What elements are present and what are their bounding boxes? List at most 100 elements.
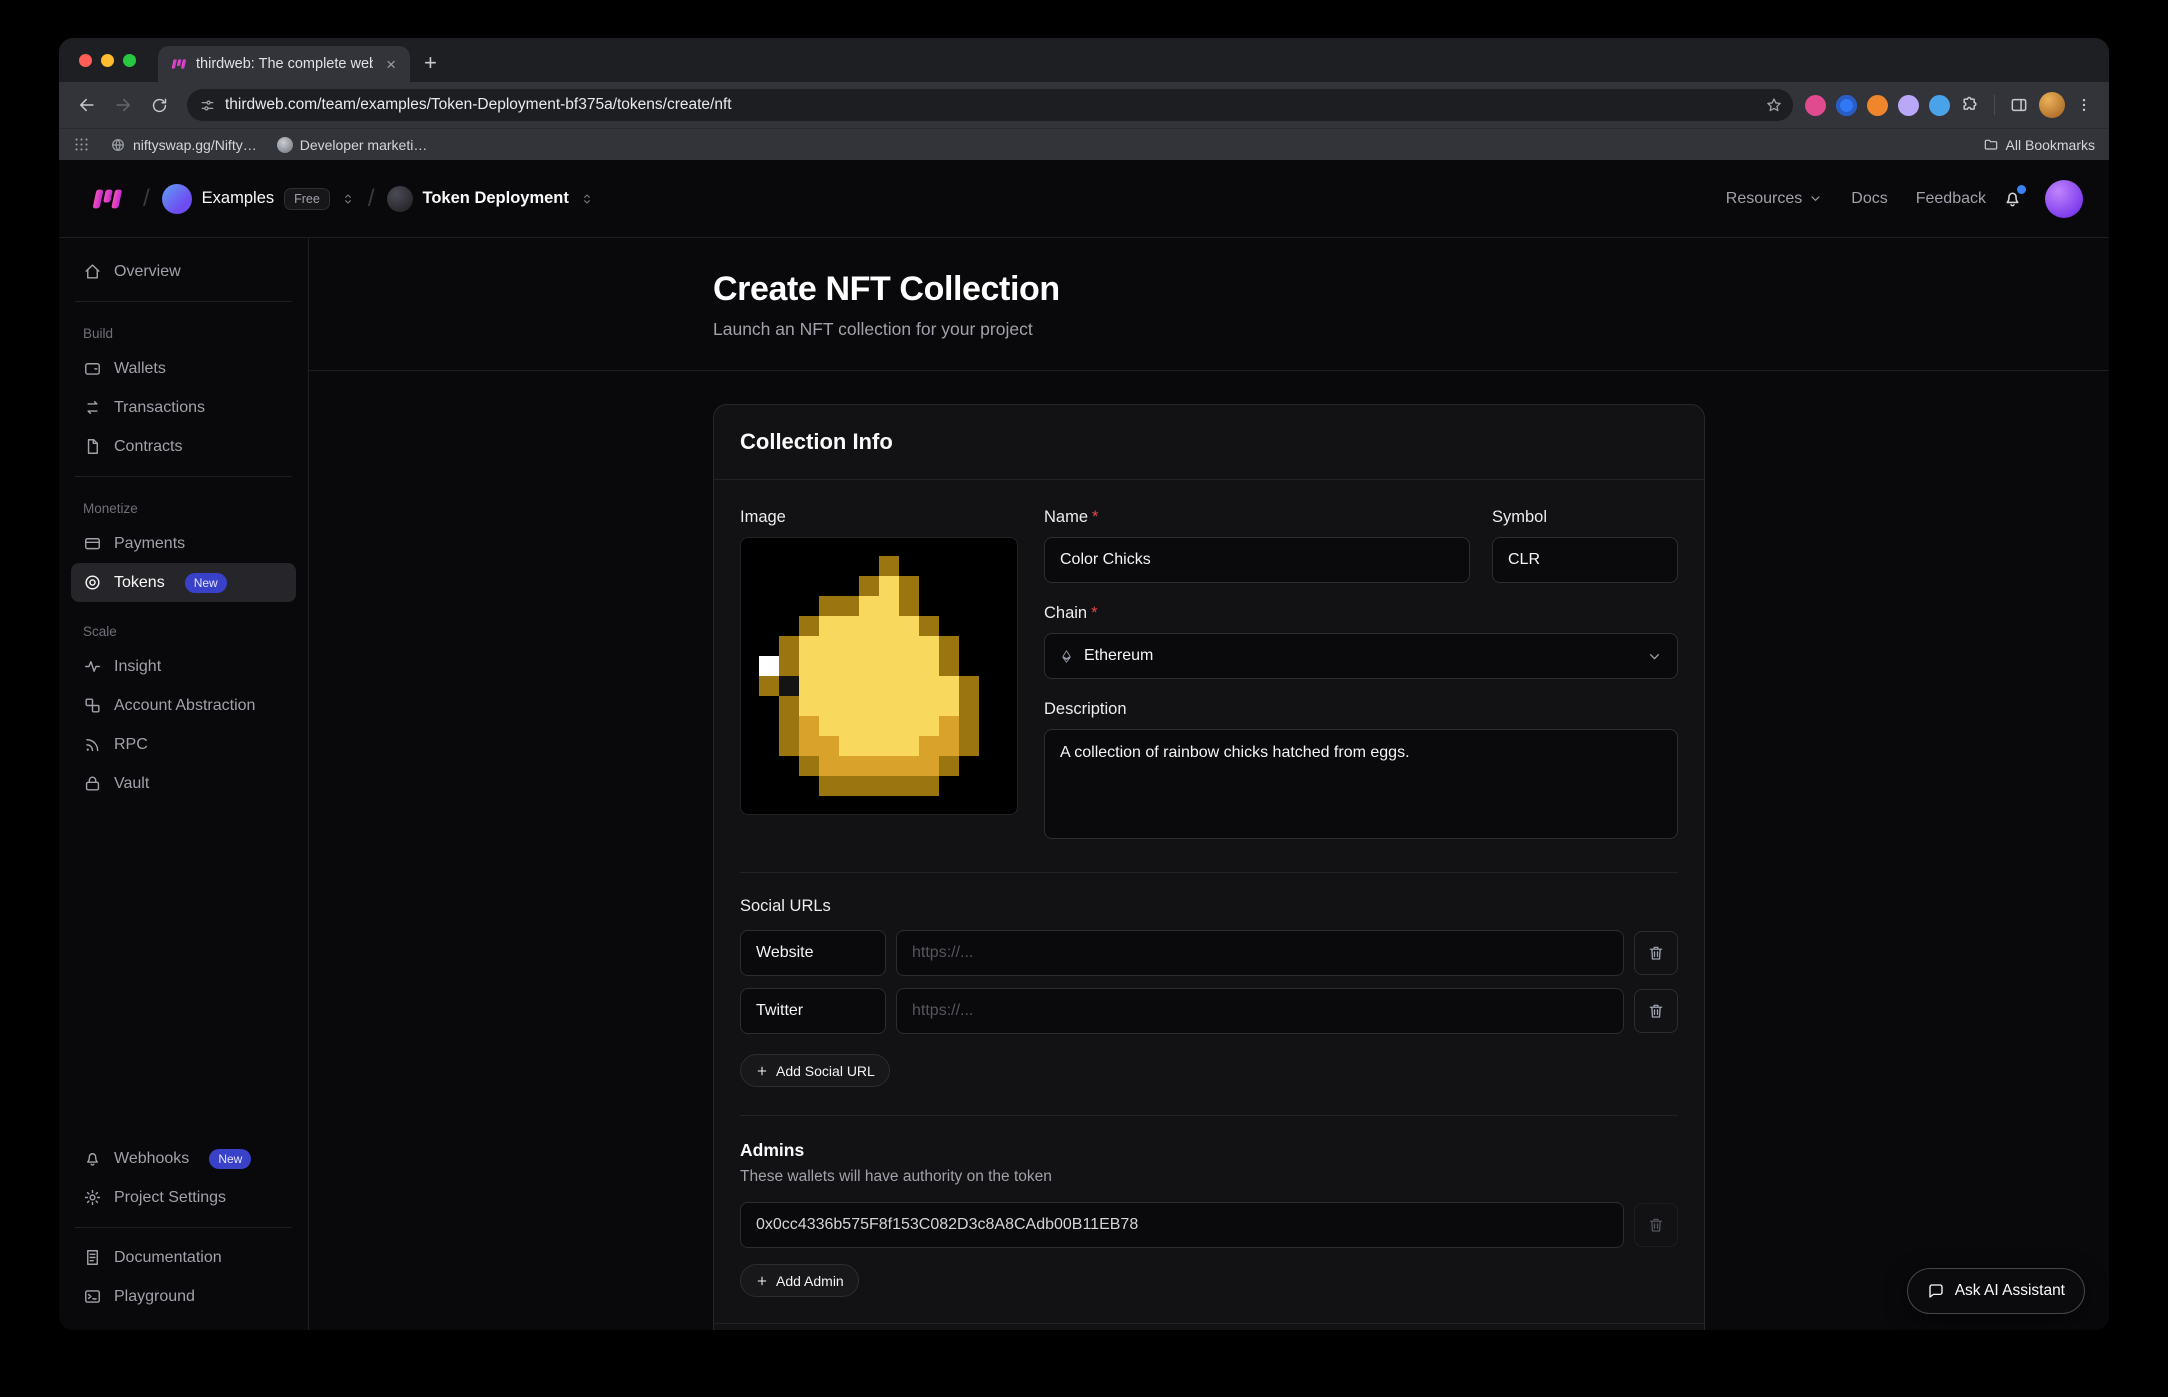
webhook-bell-icon	[83, 1149, 102, 1168]
sidebar-section-build: Build	[83, 326, 284, 341]
trash-icon	[1647, 1216, 1665, 1234]
sidebar-item-payments[interactable]: Payments	[71, 524, 296, 563]
name-input[interactable]	[1044, 537, 1470, 583]
project-avatar	[387, 186, 413, 212]
tab-strip: thirdweb: The complete web3… × +	[59, 38, 2109, 82]
extensions-puzzle-icon[interactable]	[1960, 95, 1980, 115]
social-urls-section: Social URLs	[740, 872, 1678, 1087]
chain-select[interactable]: Ethereum	[1044, 633, 1678, 679]
header-nav: Resources Docs Feedback	[1726, 190, 1986, 208]
back-button[interactable]	[71, 89, 103, 121]
sidebar-item-overview[interactable]: Overview	[71, 252, 296, 291]
social-name-input[interactable]	[740, 930, 886, 976]
breadcrumb-separator: /	[368, 185, 375, 213]
extension-icon-lightblue[interactable]	[1929, 95, 1950, 116]
bookmark-star-icon[interactable]	[1765, 96, 1783, 114]
gear-icon	[83, 1188, 102, 1207]
description-label: Description	[1044, 700, 1678, 719]
bookmark-niftyswap[interactable]: niftyswap.gg/Nifty…	[110, 137, 257, 153]
thirdweb-logo[interactable]	[85, 185, 131, 213]
back-icon	[77, 95, 97, 115]
close-window-button[interactable]	[79, 54, 92, 67]
org-name: Examples	[202, 189, 274, 208]
nav-feedback[interactable]: Feedback	[1916, 190, 1986, 208]
sidebar-item-insight[interactable]: Insight	[71, 647, 296, 686]
add-social-url-button[interactable]: Add Social URL	[740, 1054, 890, 1087]
ask-ai-assistant-label: Ask AI Assistant	[1955, 1282, 2065, 1300]
required-asterisk: *	[1092, 508, 1098, 527]
tab-close-icon[interactable]: ×	[382, 55, 400, 74]
card-footer: Next	[714, 1323, 1704, 1330]
apps-grid-icon[interactable]	[73, 136, 90, 153]
browser-menu-icon[interactable]	[2075, 96, 2093, 114]
sidebar-item-transactions[interactable]: Transactions	[71, 388, 296, 427]
delete-admin-button[interactable]	[1634, 1203, 1678, 1247]
sidebar-item-account-abstraction[interactable]: Account Abstraction	[71, 686, 296, 725]
sidebar-section-scale: Scale	[83, 624, 284, 639]
ask-ai-assistant-button[interactable]: Ask AI Assistant	[1907, 1268, 2085, 1314]
org-avatar	[162, 184, 192, 214]
chevrons-up-down-icon[interactable]	[579, 191, 595, 207]
nav-resources[interactable]: Resources	[1726, 190, 1823, 208]
sidebar-item-label: Transactions	[114, 399, 205, 417]
sidebar-item-tokens[interactable]: Tokens New	[71, 563, 296, 602]
name-field: Name *	[1044, 508, 1470, 583]
sidebar: Overview Build Wallets Transactions Cont…	[59, 238, 309, 1330]
sidebar-item-label: Documentation	[114, 1249, 222, 1267]
chevrons-up-down-icon[interactable]	[340, 191, 356, 207]
browser-window: thirdweb: The complete web3… × + thirdwe…	[59, 38, 2109, 1330]
social-url-input[interactable]	[896, 930, 1624, 976]
bookmark-developer-marketing[interactable]: Developer marketi…	[277, 137, 428, 153]
forward-button[interactable]	[107, 89, 139, 121]
sidebar-item-project-settings[interactable]: Project Settings	[71, 1178, 296, 1217]
extension-icon-pink[interactable]	[1805, 95, 1826, 116]
minimize-window-button[interactable]	[101, 54, 114, 67]
card-title: Collection Info	[740, 429, 1678, 455]
side-panel-icon[interactable]	[2009, 95, 2029, 115]
extension-icon-purple[interactable]	[1898, 95, 1919, 116]
add-admin-button[interactable]: Add Admin	[740, 1264, 859, 1297]
documentation-icon	[83, 1248, 102, 1267]
breadcrumb-separator: /	[143, 185, 150, 213]
sidebar-item-label: Overview	[114, 263, 181, 281]
sidebar-item-vault[interactable]: Vault	[71, 764, 296, 803]
symbol-label: Symbol	[1492, 508, 1678, 527]
address-bar[interactable]: thirdweb.com/team/examples/Token-Deploym…	[187, 89, 1793, 121]
admins-title: Admins	[740, 1140, 1678, 1161]
sidebar-bottom: Webhooks New Project Settings Documentat…	[71, 1139, 296, 1316]
folder-icon	[1983, 137, 1999, 153]
page-scroll-area[interactable]: Collection Info Image	[309, 371, 2109, 1330]
all-bookmarks-button[interactable]: All Bookmarks	[1983, 137, 2095, 153]
extension-icon-blue[interactable]	[1836, 95, 1857, 116]
collection-image-upload[interactable]	[740, 537, 1018, 815]
symbol-input[interactable]	[1492, 537, 1678, 583]
sidebar-item-rpc[interactable]: RPC	[71, 725, 296, 764]
description-textarea[interactable]: A collection of rainbow chicks hatched f…	[1044, 729, 1678, 839]
notifications-button[interactable]	[2002, 188, 2023, 209]
sidebar-item-documentation[interactable]: Documentation	[71, 1238, 296, 1277]
zoom-window-button[interactable]	[123, 54, 136, 67]
nav-docs[interactable]: Docs	[1851, 190, 1887, 208]
reload-button[interactable]	[143, 89, 175, 121]
description-field: Description A collection of rainbow chic…	[1044, 700, 1678, 844]
new-tab-button[interactable]: +	[410, 50, 451, 82]
sidebar-item-label: Payments	[114, 535, 185, 553]
breadcrumb-project[interactable]: Token Deployment	[387, 186, 595, 212]
admin-address-input[interactable]	[740, 1202, 1624, 1248]
sidebar-item-webhooks[interactable]: Webhooks New	[71, 1139, 296, 1178]
social-name-input[interactable]	[740, 988, 886, 1034]
delete-social-url-button[interactable]	[1634, 989, 1678, 1033]
browser-tab[interactable]: thirdweb: The complete web3… ×	[158, 46, 410, 82]
chrome-profile-avatar[interactable]	[2039, 92, 2065, 118]
user-avatar[interactable]	[2045, 180, 2083, 218]
social-url-input[interactable]	[896, 988, 1624, 1034]
add-social-url-label: Add Social URL	[776, 1063, 875, 1079]
sidebar-item-wallets[interactable]: Wallets	[71, 349, 296, 388]
extension-icon-orange[interactable]	[1867, 95, 1888, 116]
sidebar-item-playground[interactable]: Playground	[71, 1277, 296, 1316]
breadcrumb-org[interactable]: Examples Free	[162, 184, 356, 214]
delete-social-url-button[interactable]	[1634, 931, 1678, 975]
url-text: thirdweb.com/team/examples/Token-Deploym…	[225, 96, 1765, 114]
playground-terminal-icon	[83, 1287, 102, 1306]
sidebar-item-contracts[interactable]: Contracts	[71, 427, 296, 466]
